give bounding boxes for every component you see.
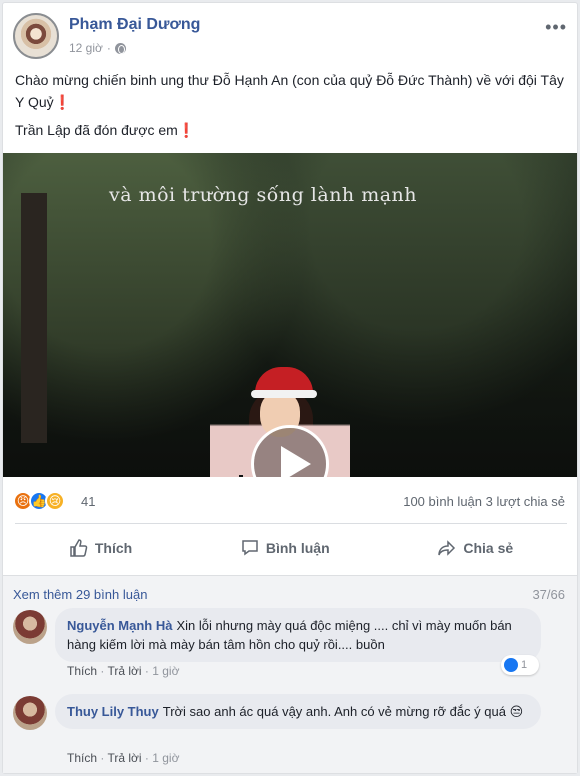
share-button[interactable]: Chia sẻ <box>437 538 513 558</box>
comment-reply-link[interactable]: Trả lời <box>107 751 141 765</box>
post-text: Chào mừng chiến binh ung thư Đỗ Hạnh An … <box>15 69 571 147</box>
post-meta: 12 giờ · <box>69 41 126 55</box>
author-avatar[interactable] <box>13 13 59 59</box>
comment-like-link[interactable]: Thích <box>67 664 97 678</box>
post-actions: Thích Bình luận Chia sẻ <box>15 531 567 565</box>
comment-actions: Thích · Trả lời · 1 giờ <box>67 751 180 765</box>
divider <box>15 523 567 524</box>
post-text-line: Chào mừng chiến binh ung thư Đỗ Hạnh An … <box>15 72 564 110</box>
comment-bubble: Thuy Lily Thuy Trời sao anh ác quá vậy an… <box>55 694 541 729</box>
comment-reply-link[interactable]: Trả lời <box>107 664 141 678</box>
commenter-avatar[interactable] <box>13 696 47 730</box>
thumbs-up-icon <box>70 539 88 557</box>
view-more-comments-link[interactable]: Xem thêm 29 bình luận <box>13 587 147 602</box>
post-stats: 😠 👍 😢 41 100 bình luận 3 lượt chia sẻ <box>13 487 569 517</box>
comment-button[interactable]: Bình luận <box>240 538 330 558</box>
post-video[interactable]: và môi trường sống lành mạnh <box>3 153 577 477</box>
commenter-avatar[interactable] <box>13 610 47 644</box>
comment-like-count[interactable]: 1 <box>501 655 539 675</box>
commenter-name[interactable]: Nguyễn Mạnh Hà <box>67 618 172 633</box>
comment-bubble: Nguyễn Mạnh Hà Xin lỗi nhưng mày quá độc … <box>55 608 541 662</box>
share-icon <box>438 540 456 556</box>
comment-label: Bình luận <box>265 540 330 556</box>
reaction-count[interactable]: 41 <box>81 494 95 509</box>
exclamation-icon: ❗ <box>177 122 196 138</box>
share-label: Chia sẻ <box>463 540 514 556</box>
more-options-icon[interactable]: ••• <box>545 17 567 38</box>
commenter-name[interactable]: Thuy Lily Thuy <box>67 704 159 719</box>
comment-time[interactable]: 1 giờ <box>152 751 179 765</box>
comments-section: Xem thêm 29 bình luận 37/66 Nguyễn Mạnh … <box>3 575 577 773</box>
post-time[interactable]: 12 giờ <box>69 41 103 55</box>
like-label: Thích <box>94 540 133 556</box>
sad-icon: 😢 <box>45 491 65 511</box>
like-button[interactable]: Thích <box>69 538 132 558</box>
like-icon <box>504 658 518 672</box>
comment-time[interactable]: 1 giờ <box>152 664 179 678</box>
comment-actions: Thích · Trả lời · 1 giờ <box>67 664 180 678</box>
exclamation-icon: ❗ <box>53 94 72 110</box>
reaction-icons[interactable]: 😠 👍 😢 <box>13 491 65 511</box>
comment-text: Trời sao anh ác quá vậy anh. Anh có vẻ m… <box>162 704 506 719</box>
comment-like-link[interactable]: Thích <box>67 751 97 765</box>
comment-icon <box>242 540 258 556</box>
unamused-emoji: 😒 <box>509 704 524 719</box>
comment-share-count[interactable]: 100 bình luận 3 lượt chia sẻ <box>403 494 565 509</box>
tree-trunk <box>21 193 47 443</box>
post-text-line: Trần Lập đã đón được em❗ <box>15 122 196 138</box>
public-globe-icon <box>114 42 126 54</box>
author-name[interactable]: Phạm Đại Dương <box>69 16 200 34</box>
microphone-stand <box>239 475 243 477</box>
comment-pager: 37/66 <box>532 587 565 602</box>
facebook-post: Phạm Đại Dương 12 giờ · ••• Chào mừng ch… <box>2 2 578 774</box>
video-caption: và môi trường sống lành mạnh <box>108 184 418 206</box>
post-header: Phạm Đại Dương 12 giờ · ••• <box>13 13 569 63</box>
